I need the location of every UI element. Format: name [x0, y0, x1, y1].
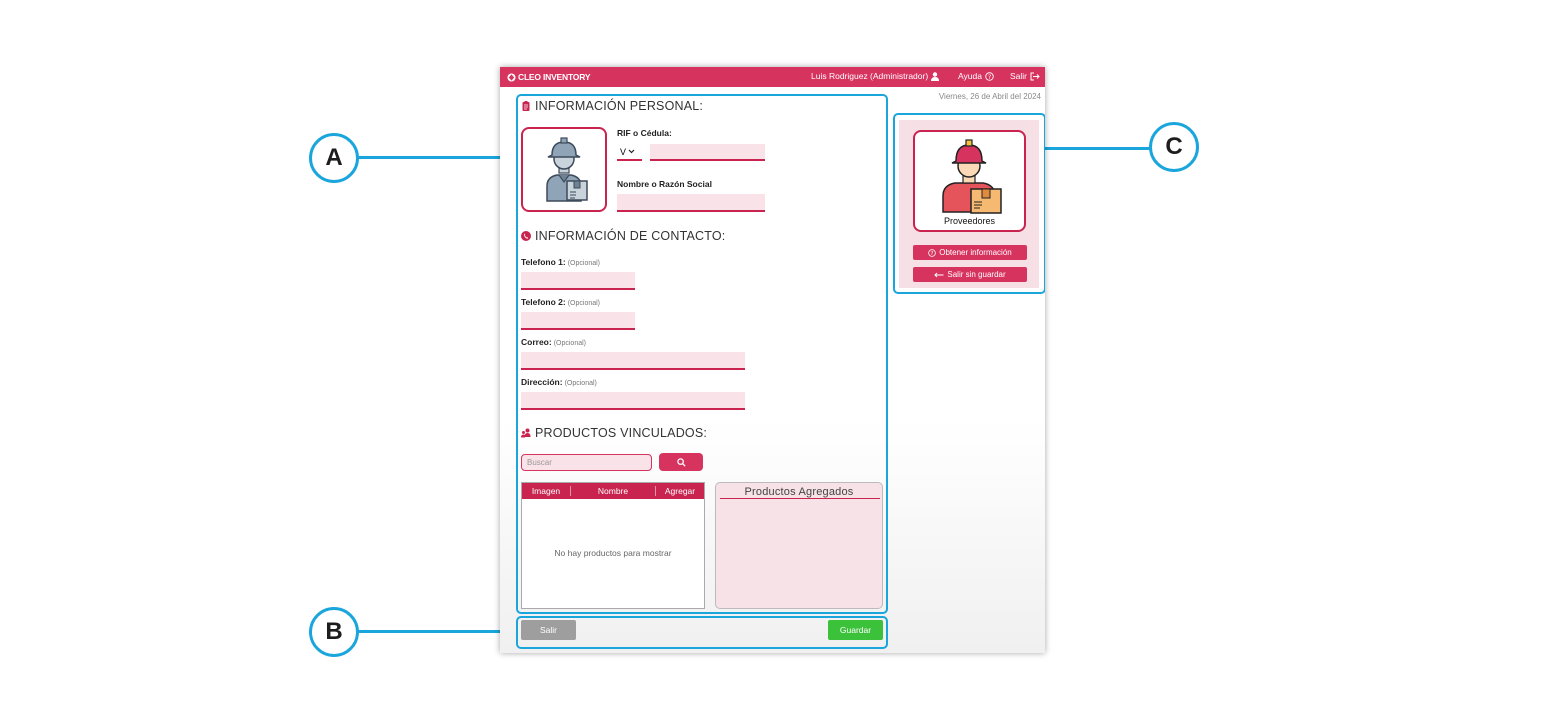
address-label-text: Dirección: — [521, 377, 563, 387]
providers-label: Proveedores — [943, 216, 996, 226]
brand-logo: CLEO INVENTORY — [507, 72, 590, 82]
save-button[interactable]: Guardar — [828, 620, 883, 640]
rif-type-select[interactable]: V — [617, 144, 642, 161]
get-info-button[interactable]: ? Obtener información — [913, 245, 1027, 260]
current-date: Viernes, 26 de Abril del 2024 — [938, 92, 1041, 101]
table-header: Imagen Nombre Agregar — [522, 483, 704, 499]
empty-table-message: No hay productos para mostrar — [554, 548, 672, 558]
callout-c: C — [1149, 122, 1199, 172]
email-input[interactable] — [521, 352, 745, 370]
providers-card[interactable]: Proveedores — [913, 130, 1026, 232]
phone1-label: Telefono 1: (Opcional) — [521, 257, 600, 267]
get-info-label: Obtener información — [939, 248, 1012, 257]
callout-b: B — [309, 607, 359, 657]
callout-c-line — [1045, 147, 1151, 150]
contact-info-title: INFORMACIÓN DE CONTACTO: — [521, 229, 725, 243]
side-panel: Proveedores ? Obtener información Salir … — [899, 120, 1039, 288]
added-products-divider — [720, 498, 880, 499]
address-input[interactable] — [521, 392, 745, 410]
arrow-left-icon — [934, 272, 944, 277]
linked-products-title: PRODUCTOS VINCULADOS: — [521, 426, 707, 440]
user-icon — [931, 71, 940, 81]
rif-input[interactable] — [650, 144, 765, 161]
column-image: Imagen — [522, 486, 571, 496]
brand-name: CLEO INVENTORY — [518, 72, 591, 82]
search-button[interactable] — [659, 453, 703, 471]
added-products-title: Productos Agregados — [744, 486, 854, 498]
phone-icon — [521, 231, 531, 241]
search-icon — [676, 457, 686, 467]
logout-label: Salir — [1010, 71, 1028, 81]
help-label: Ayuda — [958, 71, 982, 81]
help-icon: ? — [985, 71, 994, 80]
chevron-down-icon — [628, 149, 635, 154]
callout-b-line — [358, 630, 518, 633]
help-link[interactable]: Ayuda ? — [958, 71, 994, 81]
callout-a-line — [358, 156, 518, 159]
name-input[interactable] — [617, 194, 765, 212]
exit-without-saving-label: Salir sin guardar — [947, 270, 1006, 279]
optional-tag: (Opcional) — [567, 300, 601, 307]
added-products-panel: Productos Agregados — [715, 482, 883, 609]
search-placeholder: Buscar — [527, 458, 552, 467]
optional-tag: (Opcional) — [553, 340, 586, 347]
brand-icon — [507, 72, 516, 82]
help-icon: ? — [928, 248, 937, 257]
svg-text:?: ? — [988, 73, 991, 80]
email-label-text: Correo: — [521, 337, 552, 347]
column-add: Agregar — [664, 486, 696, 496]
callout-a: A — [309, 133, 359, 183]
phone2-input[interactable] — [521, 312, 635, 330]
email-label: Correo: (Opcional) — [521, 337, 586, 347]
product-search-input[interactable]: Buscar — [521, 454, 652, 471]
logout-link[interactable]: Salir — [1010, 71, 1040, 81]
user-name: Luis Rodriguez (Administrador) — [811, 71, 929, 81]
users-icon — [521, 428, 531, 438]
column-name: Nombre — [571, 486, 656, 496]
exit-button[interactable]: Salir — [521, 620, 576, 640]
exit-without-saving-button[interactable]: Salir sin guardar — [913, 267, 1027, 282]
phone2-label-text: Telefono 2: — [521, 297, 566, 307]
optional-tag: (Opcional) — [564, 380, 597, 387]
app-window: CLEO INVENTORY Luis Rodriguez (Administr… — [500, 67, 1045, 653]
delivery-person-icon — [546, 137, 588, 202]
phone1-label-text: Telefono 1: — [521, 257, 566, 267]
products-table: Imagen Nombre Agregar No hay productos p… — [521, 482, 705, 609]
personal-info-title: INFORMACIÓN PERSONAL: — [521, 99, 703, 113]
rif-label: RIF o Cédula: — [617, 128, 672, 138]
clipboard-icon — [522, 101, 530, 111]
top-bar: CLEO INVENTORY Luis Rodriguez (Administr… — [500, 67, 1045, 87]
phone2-label: Telefono 2: (Opcional) — [521, 297, 600, 307]
contact-info-label: INFORMACIÓN DE CONTACTO: — [535, 229, 726, 243]
optional-tag: (Opcional) — [567, 260, 601, 267]
logout-icon — [1030, 72, 1040, 80]
delivery-person-color-icon — [942, 139, 1002, 214]
provider-photo[interactable] — [521, 127, 607, 212]
user-menu[interactable]: Luis Rodriguez (Administrador) — [811, 71, 940, 81]
address-label: Dirección: (Opcional) — [521, 377, 597, 387]
svg-text:?: ? — [931, 251, 934, 257]
screenshot-stage: A B C CLEO INVENTORY Luis Rodriguez (Adm… — [0, 0, 1545, 720]
phone1-input[interactable] — [521, 272, 635, 290]
personal-info-label: INFORMACIÓN PERSONAL: — [535, 99, 704, 113]
linked-products-label: PRODUCTOS VINCULADOS: — [535, 426, 708, 440]
name-label: Nombre o Razón Social — [617, 179, 712, 189]
rif-type-value: V — [620, 146, 627, 157]
